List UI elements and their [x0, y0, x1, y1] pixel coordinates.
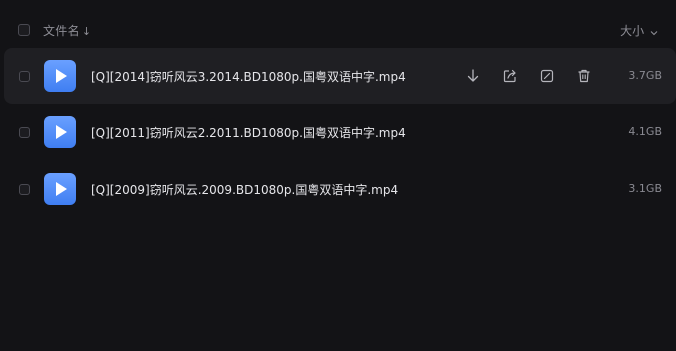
row-checkbox[interactable]: [19, 127, 30, 138]
video-play-icon: [44, 116, 76, 148]
row-checkbox[interactable]: [19, 71, 30, 82]
list-header: 文件名 ↓ 大小: [0, 12, 676, 50]
name-column-header[interactable]: 文件名 ↓: [43, 22, 91, 39]
video-play-icon: [44, 173, 76, 205]
download-icon[interactable]: [464, 67, 482, 85]
video-play-icon: [44, 60, 76, 92]
chevron-down-icon: [647, 28, 658, 38]
file-row[interactable]: [Q][2014]窃听风云3.2014.BD1080p.国粤双语中字.mp4 3…: [4, 48, 676, 104]
file-size: 3.7GB: [628, 69, 662, 82]
size-column-label: 大小: [620, 24, 645, 38]
file-row[interactable]: [Q][2011]窃听风云2.2011.BD1080p.国粤双语中字.mp4 4…: [4, 104, 676, 160]
file-row[interactable]: [Q][2009]窃听风云.2009.BD1080p.国粤双语中字.mp4 3.…: [4, 161, 676, 217]
file-name[interactable]: [Q][2014]窃听风云3.2014.BD1080p.国粤双语中字.mp4: [91, 68, 406, 85]
file-size: 3.1GB: [628, 182, 662, 195]
name-column-label: 文件名: [43, 24, 80, 38]
share-icon[interactable]: [501, 67, 519, 85]
file-name[interactable]: [Q][2009]窃听风云.2009.BD1080p.国粤双语中字.mp4: [91, 181, 398, 198]
file-list-panel: 文件名 ↓ 大小 [Q][2014]窃听风云3.2014.BD1080p.国粤双语…: [0, 0, 676, 351]
trash-icon[interactable]: [575, 67, 593, 85]
edit-icon[interactable]: [538, 67, 556, 85]
size-column-header[interactable]: 大小: [620, 22, 658, 39]
file-name[interactable]: [Q][2011]窃听风云2.2011.BD1080p.国粤双语中字.mp4: [91, 124, 406, 141]
row-checkbox[interactable]: [19, 184, 30, 195]
sort-arrow-icon: ↓: [81, 25, 92, 38]
select-all-checkbox[interactable]: [18, 24, 30, 36]
file-size: 4.1GB: [628, 125, 662, 138]
